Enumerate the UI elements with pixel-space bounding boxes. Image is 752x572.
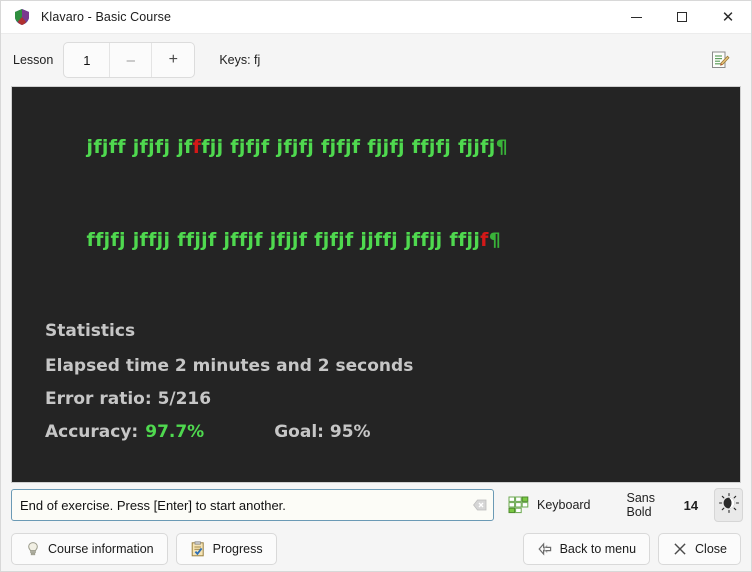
statistics-block: Statistics Elapsed time 2 minutes and 2 …: [12, 315, 740, 449]
back-to-menu-button[interactable]: Back to menu: [522, 533, 651, 565]
pilcrow-icon: ¶: [488, 229, 502, 251]
goal-value: Goal: 95%: [274, 422, 371, 442]
typing-input[interactable]: [11, 489, 494, 521]
typed-segment-error: f: [480, 229, 489, 251]
lesson-decrement-button[interactable]: –: [110, 43, 153, 77]
title-bar: Klavaro - Basic Course ✕: [1, 1, 751, 34]
klavaro-window: Klavaro - Basic Course ✕ Lesson 1 – + Ke…: [0, 0, 752, 572]
back-to-menu-label: Back to menu: [559, 542, 637, 556]
close-button[interactable]: Close: [658, 533, 741, 565]
typed-line: ffjfj jffjj ffjjf jffjf jfjjf fjfjf jjff…: [12, 194, 740, 287]
back-arrow-icon: [537, 541, 553, 557]
error-ratio: Error ratio: 5/216: [45, 389, 212, 409]
course-information-label: Course information: [48, 542, 154, 556]
entry-wrapper: [11, 489, 494, 521]
lesson-value[interactable]: 1: [64, 43, 111, 77]
accuracy-row: Accuracy: 97.7% Goal: 95%: [45, 416, 740, 449]
entry-row: Keyboard Sans Bold 14: [1, 483, 751, 527]
toolbar: Lesson 1 – + Keys: fj: [1, 34, 751, 86]
close-icon: ✕: [721, 8, 735, 26]
lesson-increment-button[interactable]: +: [152, 43, 194, 77]
course-information-button[interactable]: Course information: [11, 533, 168, 565]
progress-label: Progress: [212, 542, 263, 556]
typed-segment: fjj fjfjf jfjfj fjfjf fjjfj ffjfj fjjfj: [201, 136, 496, 158]
sun-moon-icon: [718, 492, 740, 519]
lightbulb-icon: [25, 541, 41, 557]
typed-line: jfjff jfjfj jfffjj fjfjf jfjfj fjfjf fjj…: [12, 101, 740, 194]
accuracy-value: 97.7%: [145, 422, 205, 442]
accuracy-label: Accuracy:: [45, 422, 139, 442]
clipboard-icon: [190, 541, 206, 557]
typed-segment-error: f: [192, 136, 202, 158]
font-name-label[interactable]: Sans Bold: [627, 491, 672, 519]
maximize-button[interactable]: [659, 1, 705, 34]
klavaro-icon: [13, 8, 31, 26]
minimize-button[interactable]: [613, 1, 659, 34]
pilcrow-icon: ¶: [495, 136, 508, 158]
minimize-icon: [630, 16, 642, 18]
window-controls: ✕: [613, 1, 751, 34]
elapsed-time: Elapsed time 2 minutes and 2 seconds: [45, 356, 414, 376]
practice-area: jfjff jfjfj jfffjj fjfjf jfjfj fjfjf fjj…: [11, 86, 741, 483]
window-title: Klavaro - Basic Course: [41, 10, 172, 24]
clear-text-icon[interactable]: [473, 499, 487, 511]
maximize-icon: [677, 12, 687, 22]
close-window-button[interactable]: ✕: [705, 1, 751, 34]
statistics-heading: Statistics: [45, 321, 136, 341]
close-label: Close: [695, 542, 727, 556]
typed-segment: ffjfj jffjj ffjjf jffjf jfjjf fjfjf jjff…: [86, 229, 481, 251]
progress-button[interactable]: Progress: [175, 533, 277, 565]
close-x-icon: [672, 541, 688, 557]
edit-note-icon[interactable]: [707, 47, 733, 73]
action-bar: Course information Progress Back to menu…: [1, 527, 751, 571]
keys-label: Keys: fj: [219, 53, 261, 67]
keyboard-label[interactable]: Keyboard: [537, 498, 591, 512]
theme-toggle-button[interactable]: [714, 488, 743, 522]
lesson-stepper[interactable]: 1 – +: [63, 42, 196, 78]
keyboard-icon[interactable]: [508, 496, 530, 514]
typed-segment: jfjff jfjfj jf: [86, 136, 193, 158]
lesson-label: Lesson: [13, 53, 54, 67]
font-size-label[interactable]: 14: [684, 498, 698, 513]
